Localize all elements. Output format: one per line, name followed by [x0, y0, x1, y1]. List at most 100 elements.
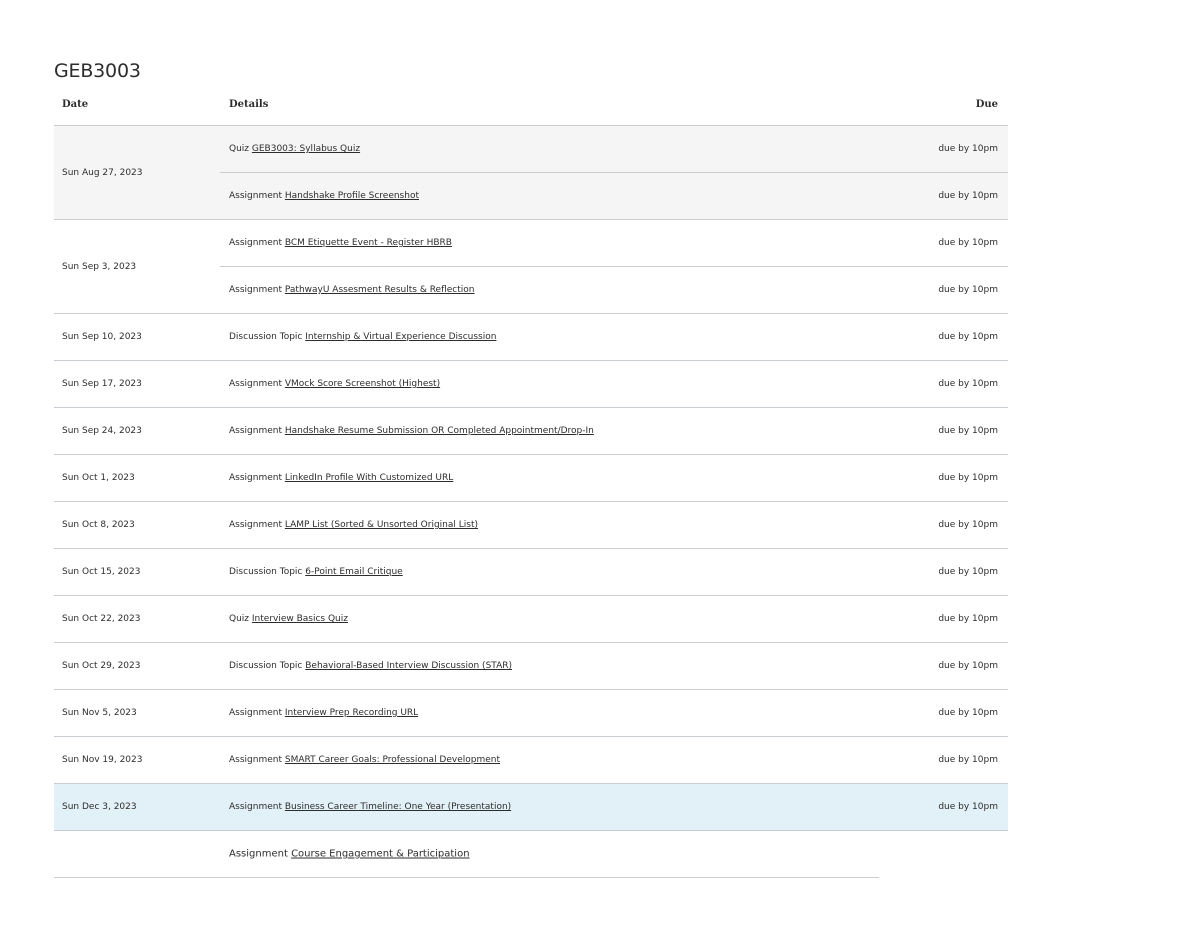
row-date: Sun Sep 24, 2023 [62, 426, 142, 436]
assignment-link[interactable]: Interview Prep Recording URL [285, 708, 418, 718]
due-time: due by 10pm [938, 379, 998, 389]
assignment-link[interactable]: Handshake Resume Submission OR Completed… [285, 426, 594, 436]
date-group: Sun Sep 3, 2023 Assignment BCM Etiquette … [54, 220, 1008, 314]
item-type-label: Assignment [229, 708, 282, 718]
due-time: due by 10pm [938, 285, 998, 295]
row-details: Quiz GEB3003: Syllabus Quiz [229, 144, 360, 154]
table-row: Assignment Course Engagement & Participa… [220, 831, 879, 877]
row-details: Discussion Topic Behavioral-Based Interv… [229, 661, 512, 671]
assignment-link[interactable]: Behavioral-Based Interview Discussion (S… [305, 661, 512, 671]
table-row: Discussion Topic 6-Point Email Critique d… [220, 549, 1008, 595]
due-time: due by 10pm [938, 755, 998, 765]
column-header-details: Details [229, 99, 269, 110]
table-row: Quiz GEB3003: Syllabus Quiz due by 10pm [220, 126, 1008, 173]
assignment-link[interactable]: SMART Career Goals: Professional Develop… [285, 755, 500, 765]
row-details: Assignment Business Career Timeline: One… [229, 802, 511, 812]
row-details: Quiz Interview Basics Quiz [229, 614, 348, 624]
table-row: Quiz Interview Basics Quiz due by 10pm [220, 596, 1008, 642]
due-time: due by 10pm [938, 473, 998, 483]
item-type-label: Assignment [229, 755, 282, 765]
table-row: Assignment PathwayU Assesment Results & … [220, 267, 1008, 313]
date-group: Sun Dec 3, 2023 Assignment Business Caree… [54, 784, 1008, 831]
row-details: Assignment Course Engagement & Participa… [229, 849, 470, 860]
assignment-link[interactable]: PathwayU Assesment Results & Reflection [285, 285, 475, 295]
assignment-link[interactable]: LinkedIn Profile With Customized URL [285, 473, 453, 483]
due-time: due by 10pm [938, 520, 998, 530]
row-details: Discussion Topic Internship & Virtual Ex… [229, 332, 496, 342]
date-group: Sun Oct 1, 2023 Assignment LinkedIn Profi… [54, 455, 1008, 502]
table-row: Assignment Interview Prep Recording URL d… [220, 690, 1008, 736]
assignment-link[interactable]: Course Engagement & Participation [291, 849, 469, 860]
syllabus-page: GEB3003 Date Details Due Sun Aug 27, 202… [0, 0, 1200, 927]
page-title: GEB3003 [54, 60, 141, 82]
table-row: Discussion Topic Internship & Virtual Ex… [220, 314, 1008, 360]
row-date: Sun Sep 10, 2023 [62, 332, 142, 342]
row-date: Sun Sep 3, 2023 [62, 261, 137, 272]
row-details: Assignment Handshake Resume Submission O… [229, 426, 594, 436]
date-group: Sun Nov 5, 2023 Assignment Interview Prep… [54, 690, 1008, 737]
date-group: Sun Nov 19, 2023 Assignment SMART Career … [54, 737, 1008, 784]
item-type-label: Discussion Topic [229, 567, 303, 577]
due-time: due by 10pm [938, 567, 998, 577]
assignment-link[interactable]: LAMP List (Sorted & Unsorted Original Li… [285, 520, 478, 530]
item-type-label: Assignment [229, 848, 288, 860]
row-date: Sun Oct 1, 2023 [62, 473, 135, 483]
table-row: Discussion Topic Behavioral-Based Interv… [220, 643, 1008, 689]
due-time: due by 10pm [938, 144, 998, 154]
table-row: Assignment SMART Career Goals: Professio… [220, 737, 1008, 783]
assignment-link[interactable]: VMock Score Screenshot (Highest) [285, 379, 440, 389]
table-header: Date Details Due [54, 95, 1008, 126]
table-row: Assignment Handshake Resume Submission O… [220, 408, 1008, 454]
row-date: Sun Nov 5, 2023 [62, 708, 137, 718]
due-time: due by 10pm [938, 238, 998, 248]
column-header-date: Date [62, 99, 89, 110]
assignment-link[interactable]: BCM Etiquette Event - Register HBRB [285, 238, 452, 248]
assignment-link[interactable]: Handshake Profile Screenshot [285, 191, 419, 201]
item-type-label: Assignment [229, 473, 282, 483]
row-date: Sun Oct 22, 2023 [62, 614, 141, 624]
item-type-label: Assignment [229, 426, 282, 436]
due-time: due by 10pm [938, 614, 998, 624]
assignments-table: Sun Aug 27, 2023 Quiz GEB3003: Syllabus Q… [54, 126, 1008, 878]
item-type-label: Discussion Topic [229, 661, 303, 671]
item-type-label: Assignment [229, 520, 282, 530]
due-time: due by 10pm [938, 332, 998, 342]
item-type-label: Assignment [229, 238, 282, 248]
item-type-label: Quiz [229, 614, 250, 624]
date-group: Sun Oct 22, 2023 Quiz Interview Basics Qu… [54, 596, 1008, 643]
due-time: due by 10pm [938, 802, 998, 812]
item-type-label: Quiz [229, 144, 250, 154]
row-details: Assignment Handshake Profile Screenshot [229, 191, 419, 201]
column-header-due: Due [975, 99, 998, 110]
assignment-link[interactable]: Internship & Virtual Experience Discussi… [305, 332, 496, 342]
table-row: Assignment LinkedIn Profile With Customi… [220, 455, 1008, 501]
row-details: Assignment SMART Career Goals: Professio… [229, 755, 500, 765]
row-details: Discussion Topic 6-Point Email Critique [229, 567, 403, 577]
date-group: Sun Sep 10, 2023 Discussion Topic Interns… [54, 314, 1008, 361]
row-date: Sun Sep 17, 2023 [62, 379, 142, 389]
item-type-label: Assignment [229, 802, 282, 812]
assignment-link[interactable]: Interview Basics Quiz [252, 614, 348, 624]
assignment-link[interactable]: GEB3003: Syllabus Quiz [252, 144, 360, 154]
item-type-label: Discussion Topic [229, 332, 303, 342]
date-group: Sun Sep 17, 2023 Assignment VMock Score S… [54, 361, 1008, 408]
due-time: due by 10pm [938, 661, 998, 671]
assignment-link[interactable]: 6-Point Email Critique [305, 567, 402, 577]
row-date: Sun Aug 27, 2023 [62, 167, 143, 178]
row-details: Assignment PathwayU Assesment Results & … [229, 285, 474, 295]
row-details: Assignment BCM Etiquette Event - Registe… [229, 238, 452, 248]
table-row: Assignment Business Career Timeline: One… [220, 784, 1008, 830]
table-row: Assignment Handshake Profile Screenshot d… [220, 173, 1008, 219]
row-date: Sun Oct 15, 2023 [62, 567, 141, 577]
item-type-label: Assignment [229, 191, 282, 201]
row-date: Sun Oct 8, 2023 [62, 520, 135, 530]
due-time: due by 10pm [938, 426, 998, 436]
date-group: Sun Aug 27, 2023 Quiz GEB3003: Syllabus Q… [54, 126, 1008, 220]
date-group: Sun Oct 8, 2023 Assignment LAMP List (Sor… [54, 502, 1008, 549]
assignment-link[interactable]: Business Career Timeline: One Year (Pres… [285, 802, 511, 812]
due-time: due by 10pm [938, 191, 998, 201]
table-row: Assignment LAMP List (Sorted & Unsorted … [220, 502, 1008, 548]
due-time: due by 10pm [938, 708, 998, 718]
row-details: Assignment Interview Prep Recording URL [229, 708, 418, 718]
table-row: Assignment BCM Etiquette Event - Registe… [220, 220, 1008, 267]
